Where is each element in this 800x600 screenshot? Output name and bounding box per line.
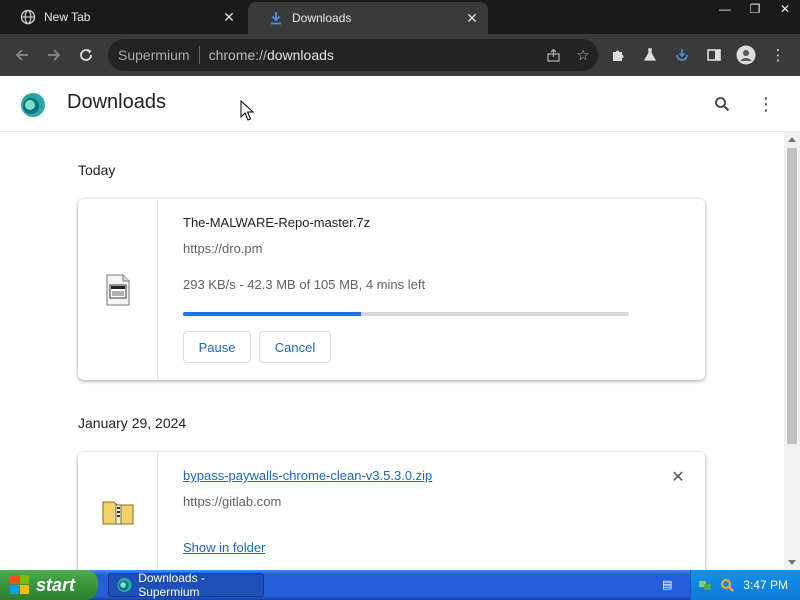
supermium-logo-icon	[20, 92, 46, 118]
back-button[interactable]	[6, 39, 38, 71]
window-controls: — ❐ ✕	[710, 0, 800, 20]
reload-button[interactable]	[70, 39, 102, 71]
file-icon-column	[78, 199, 158, 380]
tab-downloads[interactable]: Downloads ✕	[248, 2, 488, 34]
tab-title: New Tab	[44, 10, 91, 24]
search-icon[interactable]	[710, 92, 734, 116]
file-source-url: https://gitlab.com	[183, 494, 282, 509]
browser-menu-icon[interactable]: ⋮	[762, 39, 794, 71]
scroll-thumb[interactable]	[787, 148, 797, 444]
progress-fill	[183, 312, 362, 316]
taskbar: start Downloads - Supermium ▤ 3:47 PM	[0, 570, 800, 600]
date-heading: Today	[78, 162, 116, 178]
arrow-right-icon	[48, 49, 61, 61]
tab-close-icon[interactable]: ✕	[221, 9, 237, 25]
archive-7z-file-icon	[106, 274, 129, 305]
omnibox-divider	[198, 46, 200, 64]
start-button[interactable]: start	[0, 570, 98, 600]
arrow-left-icon	[15, 49, 28, 61]
reload-icon	[80, 49, 92, 61]
scroll-up-arrow-icon[interactable]	[788, 137, 796, 142]
keyboard-icon[interactable]: ▤	[662, 578, 676, 591]
profile-avatar-icon[interactable]	[730, 39, 762, 71]
start-label: start	[36, 574, 76, 595]
downloads-list: Today The-MALWARE-Repo-master.7z https:/…	[0, 132, 784, 570]
download-item: The-MALWARE-Repo-master.7z https://dro.p…	[78, 199, 705, 380]
more-options-icon[interactable]: ⋮	[754, 92, 778, 116]
minimize-button[interactable]: —	[710, 0, 740, 18]
share-icon[interactable]	[538, 40, 568, 70]
downloads-toolbar-icon[interactable]	[666, 39, 698, 71]
download-progress-bar	[183, 312, 629, 316]
file-name: The-MALWARE-Repo-master.7z	[183, 215, 371, 230]
tab-close-icon[interactable]: ✕	[464, 10, 480, 26]
file-name-link[interactable]: bypass-paywalls-chrome-clean-v3.5.3.0.zi…	[183, 468, 432, 483]
bookmark-star-icon[interactable]: ☆	[568, 40, 598, 70]
taskbar-window-title: Downloads - Supermium	[138, 571, 205, 599]
clock: 3:47 PM	[743, 578, 788, 592]
network-icon[interactable]	[697, 577, 713, 593]
page-scrollbar[interactable]	[784, 132, 800, 570]
browser-toolbar: Supermium chrome://downloads ☆ ⋮	[0, 34, 800, 76]
url-host: downloads	[266, 47, 334, 63]
side-panel-icon[interactable]	[698, 39, 730, 71]
labs-flask-icon[interactable]	[634, 39, 666, 71]
download-item: bypass-paywalls-chrome-clean-v3.5.3.0.zi…	[78, 452, 705, 570]
download-status: 293 KB/s - 42.3 MB of 105 MB, 4 mins lef…	[183, 277, 426, 292]
close-window-button[interactable]: ✕	[770, 0, 800, 18]
file-source-url: https://dro.pm	[183, 241, 263, 256]
download-icon	[268, 10, 284, 26]
date-heading: January 29, 2024	[78, 415, 187, 431]
tab-title: Downloads	[292, 11, 352, 25]
remove-item-close-icon[interactable]: ✕	[669, 469, 687, 487]
url-scheme: chrome://	[208, 47, 267, 63]
supermium-logo-icon	[117, 577, 132, 593]
tab-new-tab[interactable]: New Tab ✕	[0, 0, 245, 34]
toolbar-actions: ⋮	[602, 39, 794, 71]
search-tray-icon[interactable]	[719, 577, 735, 593]
taskbar-window-button[interactable]: Downloads - Supermium	[108, 571, 264, 599]
omnibox-url[interactable]: chrome://downloads	[209, 47, 538, 63]
downloads-header: Downloads ⋮	[0, 76, 800, 132]
zip-folder-icon	[102, 501, 133, 525]
windows-flag-icon	[10, 575, 30, 595]
file-icon-column	[78, 452, 158, 570]
mouse-cursor-icon	[240, 100, 254, 121]
cancel-button[interactable]: Cancel	[259, 331, 331, 363]
omnibox-brand: Supermium	[118, 47, 190, 63]
forward-button[interactable]	[38, 39, 70, 71]
system-tray: 3:47 PM	[690, 570, 800, 600]
scroll-down-arrow-icon[interactable]	[788, 560, 796, 565]
pause-button[interactable]: Pause	[183, 331, 251, 363]
restore-button[interactable]: ❐	[740, 0, 770, 18]
show-in-folder-link[interactable]: Show in folder	[183, 540, 265, 555]
extensions-puzzle-icon[interactable]	[602, 39, 634, 71]
address-bar[interactable]: Supermium chrome://downloads ☆	[108, 39, 598, 71]
page-title: Downloads	[67, 91, 166, 113]
globe-icon	[20, 9, 36, 25]
tab-strip: New Tab ✕ Downloads ✕ — ❐ ✕	[0, 0, 800, 34]
